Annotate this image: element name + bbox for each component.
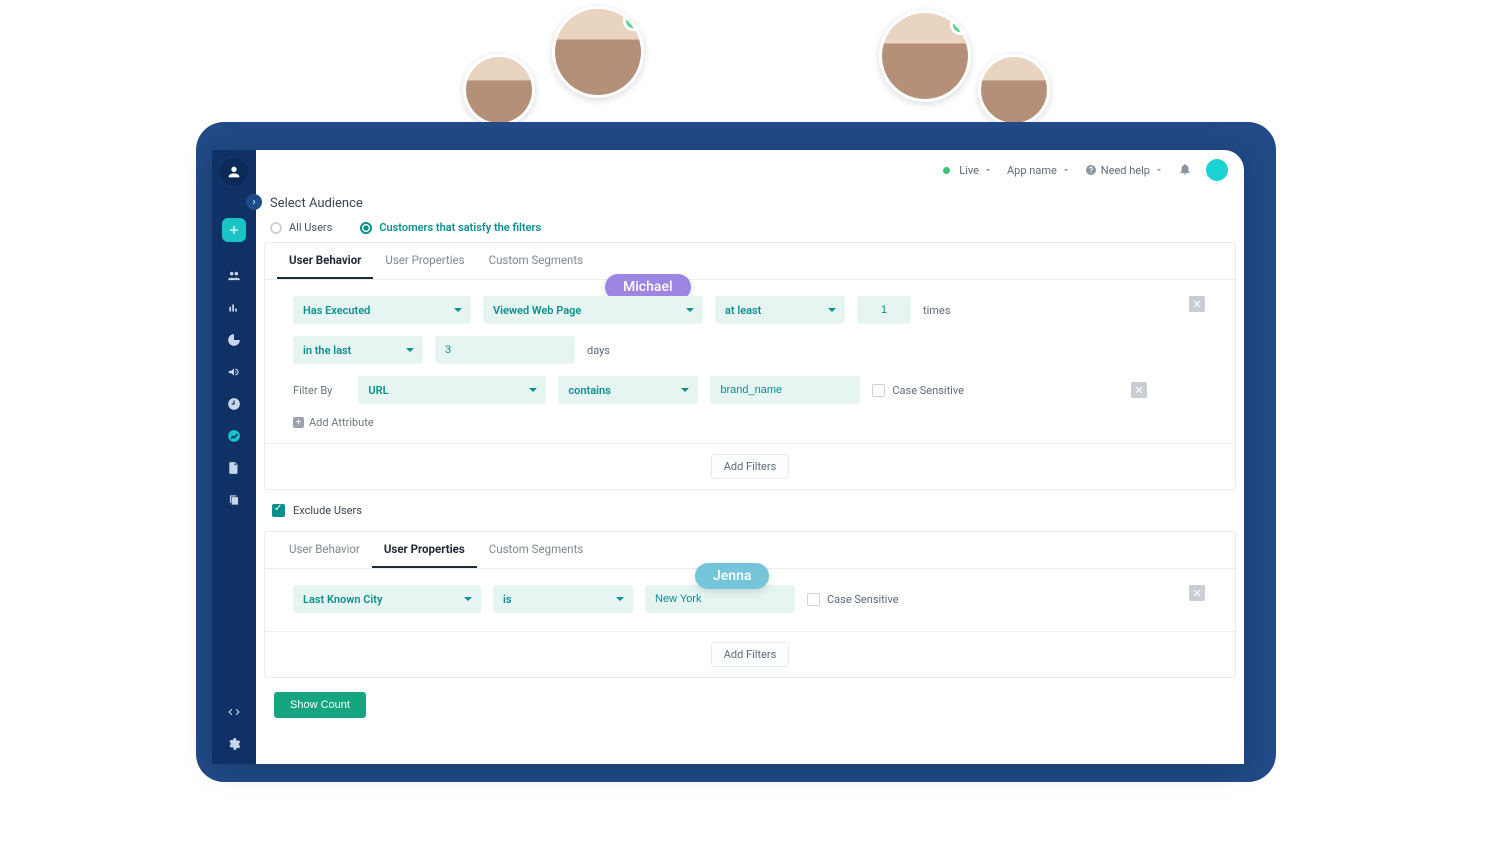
- show-count-button[interactable]: Show Count: [274, 692, 366, 718]
- topbar: Live App name Need help: [256, 150, 1244, 190]
- sidebar-item-code[interactable]: [222, 700, 246, 724]
- radio-all-users[interactable]: All Users: [270, 221, 332, 234]
- has-executed-select[interactable]: Has Executed: [293, 296, 471, 324]
- operator-select[interactable]: contains: [558, 376, 698, 404]
- add-filters-button[interactable]: Add Filters: [711, 454, 790, 479]
- property-operator-select[interactable]: is: [493, 585, 633, 613]
- remove-filter-icon[interactable]: ✕: [1189, 296, 1205, 312]
- tab-user-behavior[interactable]: User Behavior: [277, 243, 373, 279]
- sidebar-item-copy[interactable]: [222, 488, 246, 512]
- sidebar-item-clock[interactable]: [222, 392, 246, 416]
- radio-filtered-users[interactable]: Customers that satisfy the filters: [360, 221, 541, 234]
- range-value-input[interactable]: [435, 336, 575, 364]
- page-title: Select Audience: [270, 196, 1236, 211]
- filter-by-label: Filter By: [293, 384, 332, 397]
- add-filters-button-2[interactable]: Add Filters: [711, 642, 790, 667]
- add-attribute-button[interactable]: +Add Attribute: [293, 416, 1207, 429]
- event-select[interactable]: Viewed Web Page: [483, 296, 703, 324]
- tab2-custom-segments[interactable]: Custom Segments: [477, 532, 596, 568]
- help-dropdown[interactable]: Need help: [1085, 164, 1164, 177]
- sidebar-item-megaphone[interactable]: [222, 360, 246, 384]
- sidebar-item-trends[interactable]: [222, 424, 246, 448]
- tab2-user-properties[interactable]: User Properties: [372, 532, 477, 568]
- days-label: days: [587, 344, 610, 357]
- notifications-icon[interactable]: [1178, 162, 1192, 179]
- property-value-input[interactable]: [645, 585, 795, 613]
- remove-attribute-icon[interactable]: ✕: [1131, 382, 1147, 398]
- properties-panel: User Behavior User Properties Custom Seg…: [264, 531, 1236, 678]
- sidebar-item-add[interactable]: [222, 218, 246, 242]
- count-input[interactable]: [857, 296, 911, 324]
- sidebar-item-pie[interactable]: [222, 328, 246, 352]
- persona-chip-jenna: Jenna: [695, 563, 769, 589]
- live-status-dropdown[interactable]: Live: [943, 164, 993, 177]
- app-switcher-dropdown[interactable]: App name: [1007, 164, 1071, 177]
- tab-custom-segments[interactable]: Custom Segments: [477, 243, 596, 279]
- case-sensitive-checkbox[interactable]: [872, 384, 885, 397]
- times-label: times: [923, 304, 950, 317]
- avatar[interactable]: [1206, 159, 1228, 181]
- sidebar-item-analytics[interactable]: [222, 296, 246, 320]
- sidebar-item-users[interactable]: [222, 264, 246, 288]
- app-window: › Live App name Need help Select Audienc…: [212, 150, 1244, 764]
- sidebar: ›: [212, 150, 256, 764]
- remove-property-filter-icon[interactable]: ✕: [1189, 585, 1205, 601]
- exclude-users-checkbox[interactable]: [272, 504, 285, 517]
- range-select[interactable]: in the last: [293, 336, 423, 364]
- exclude-users-label: Exclude Users: [293, 504, 362, 517]
- quantifier-select[interactable]: at least: [715, 296, 845, 324]
- property-select[interactable]: Last Known City: [293, 585, 481, 613]
- tab2-user-behavior[interactable]: User Behavior: [277, 532, 372, 568]
- property-case-sensitive-checkbox[interactable]: [807, 593, 820, 606]
- sidebar-item-settings[interactable]: [222, 732, 246, 756]
- app-logo-icon: [220, 158, 248, 186]
- tab-user-properties[interactable]: User Properties: [373, 243, 476, 279]
- attribute-select[interactable]: URL: [358, 376, 546, 404]
- attribute-value-input[interactable]: [710, 376, 860, 404]
- sidebar-item-file[interactable]: [222, 456, 246, 480]
- behavior-panel: User Behavior User Properties Custom Seg…: [264, 242, 1236, 490]
